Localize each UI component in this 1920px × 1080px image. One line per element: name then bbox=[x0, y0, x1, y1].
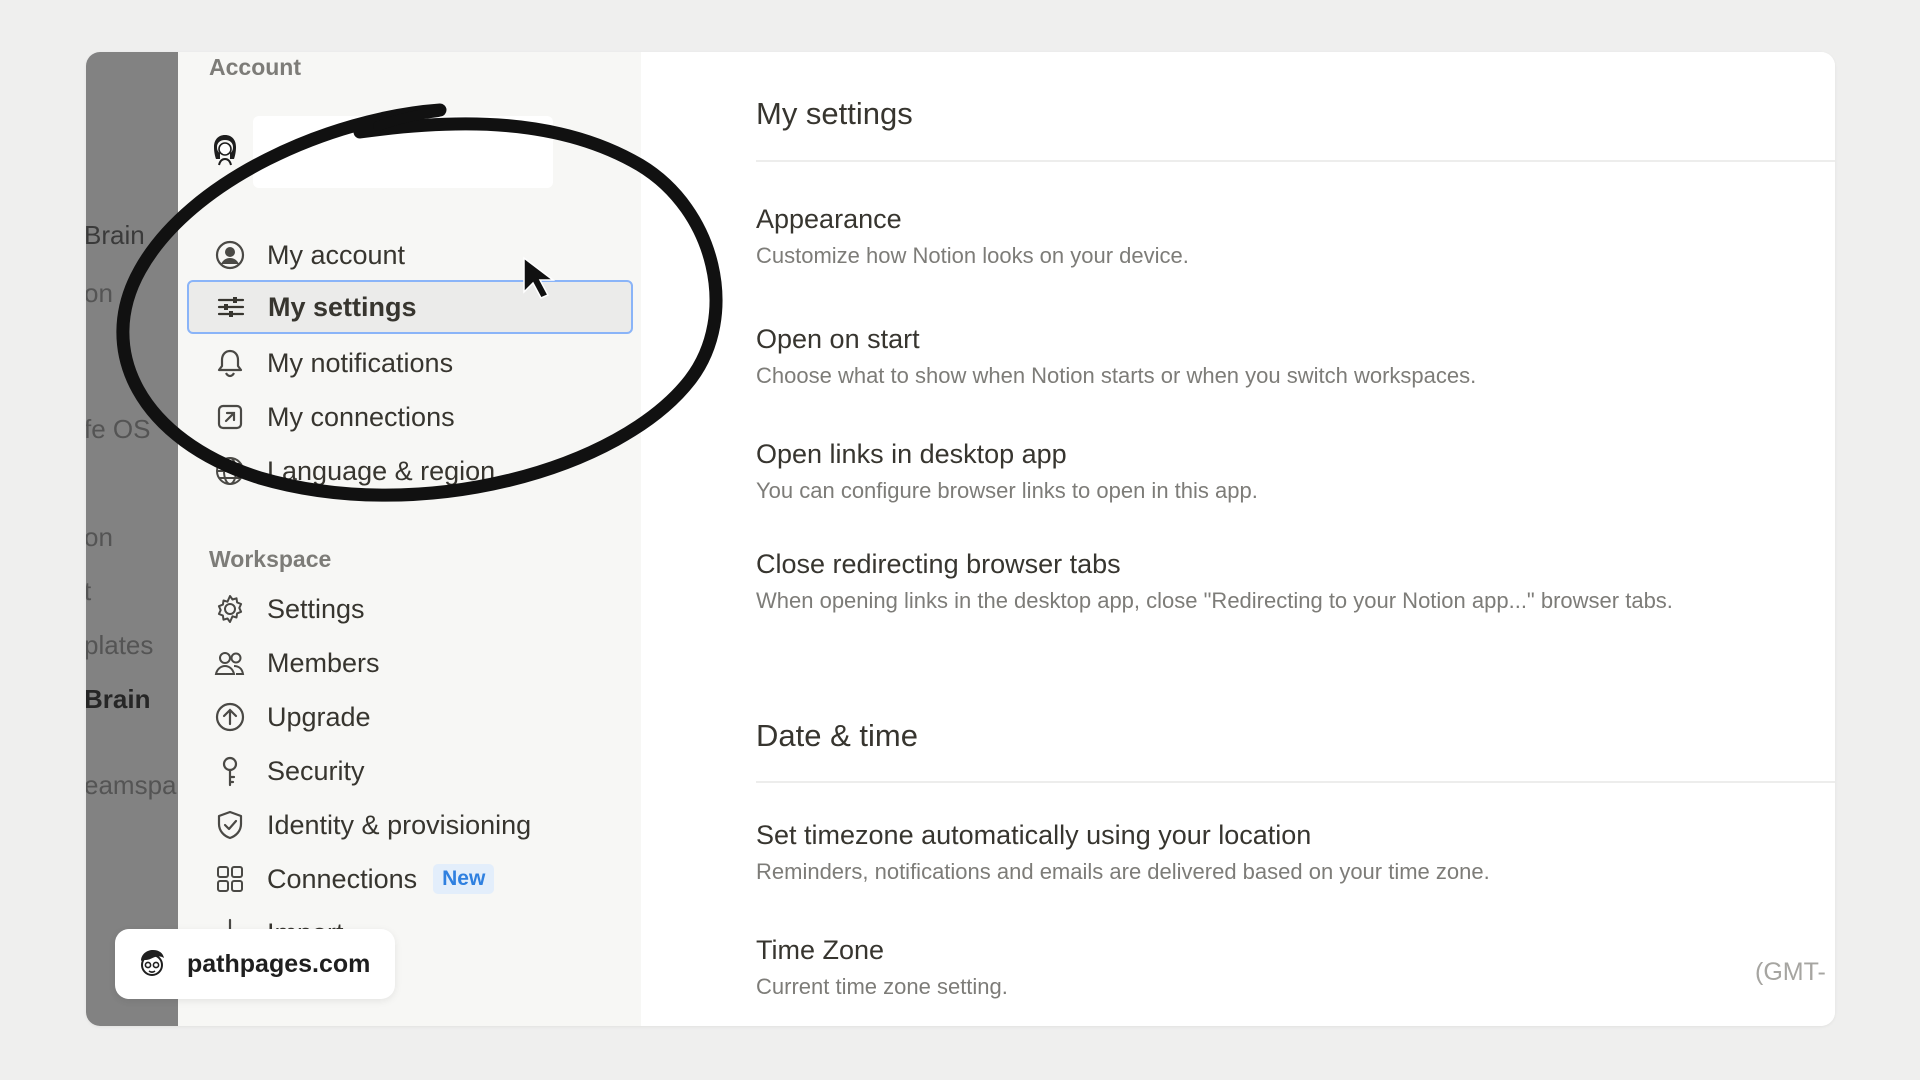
time-zone-select[interactable]: (GMT- bbox=[1755, 958, 1835, 987]
setting-open-on-start[interactable]: Open on start Choose what to show when N… bbox=[756, 322, 1835, 390]
grid-icon bbox=[213, 862, 247, 896]
new-badge: New bbox=[433, 864, 495, 894]
setting-title: Open links in desktop app bbox=[756, 439, 1067, 469]
nav-item-label: Security bbox=[267, 755, 365, 786]
setting-description: Customize how Notion looks on your devic… bbox=[756, 243, 1189, 268]
sliders-icon bbox=[214, 290, 248, 324]
user-row[interactable] bbox=[209, 108, 559, 188]
nav-item-identity-provisioning[interactable]: Identity & provisioning bbox=[186, 798, 640, 852]
redacted-user-name bbox=[253, 116, 553, 188]
people-icon bbox=[213, 646, 247, 680]
background-sidebar-fragment: on bbox=[86, 278, 113, 308]
arrow-up-circle-icon bbox=[213, 700, 247, 734]
setting-description: You can configure browser links to open … bbox=[756, 478, 1258, 503]
settings-content: My settings Appearance Customize how Not… bbox=[641, 52, 1835, 1026]
setting-description: Reminders, notifications and emails are … bbox=[756, 859, 1490, 884]
nav-item-label: My account bbox=[267, 239, 406, 270]
nav-item-my-account[interactable]: My account bbox=[186, 228, 640, 282]
external-link-icon bbox=[213, 400, 247, 434]
setting-open-links-desktop[interactable]: Open links in desktop app You can config… bbox=[756, 437, 1835, 505]
setting-description: Choose what to show when Notion starts o… bbox=[756, 363, 1477, 388]
setting-title: Close redirecting browser tabs bbox=[756, 549, 1121, 579]
nav-item-label: Identity & provisioning bbox=[267, 809, 532, 840]
nav-item-security[interactable]: Security bbox=[186, 744, 640, 798]
divider bbox=[756, 781, 1835, 783]
gear-icon bbox=[213, 592, 247, 626]
nav-item-settings[interactable]: Settings bbox=[186, 582, 640, 636]
setting-title: Open on start bbox=[756, 324, 920, 354]
background-sidebar-fragment: on bbox=[86, 522, 113, 552]
background-sidebar: Brain on fe OS on t plates Brain eamspa bbox=[86, 52, 178, 1026]
watermark-text: pathpages.com bbox=[187, 949, 371, 978]
setting-appearance[interactable]: Appearance Customize how Notion looks on… bbox=[756, 202, 1835, 270]
date-time-heading: Date & time bbox=[756, 718, 918, 753]
nav-item-language-region[interactable]: Language & region bbox=[186, 444, 640, 498]
setting-description: When opening links in the desktop app, c… bbox=[756, 588, 1673, 613]
nav-item-members[interactable]: Members bbox=[186, 636, 640, 690]
background-sidebar-fragment: eamspa bbox=[86, 770, 177, 800]
settings-window: Brain on fe OS on t plates Brain eamspa … bbox=[86, 52, 1835, 1026]
setting-description: Current time zone setting. bbox=[756, 974, 1008, 999]
pathpages-logo-icon bbox=[141, 950, 164, 976]
background-sidebar-fragment: Brain bbox=[86, 220, 145, 250]
background-sidebar-fragment: Brain bbox=[86, 684, 151, 714]
nav-item-label: Members bbox=[267, 647, 380, 678]
setting-auto-timezone[interactable]: Set timezone automatically using your lo… bbox=[756, 818, 1835, 886]
background-sidebar-fragment: fe OS bbox=[86, 414, 151, 444]
workspace-section-title: Workspace bbox=[209, 546, 332, 572]
nav-item-label: My notifications bbox=[267, 347, 454, 378]
setting-title: Appearance bbox=[756, 204, 902, 234]
page-title: My settings bbox=[756, 96, 913, 131]
bell-icon bbox=[213, 346, 247, 380]
nav-item-my-notifications[interactable]: My notifications bbox=[186, 336, 640, 390]
nav-item-label: Connections bbox=[267, 863, 418, 894]
divider bbox=[756, 160, 1835, 162]
nav-item-my-connections[interactable]: My connections bbox=[186, 390, 640, 444]
background-sidebar-fragment: t bbox=[86, 576, 92, 606]
watermark: pathpages.com bbox=[115, 929, 395, 999]
user-circle-icon bbox=[213, 238, 247, 272]
nav-item-connections[interactable]: Connections New bbox=[186, 852, 640, 906]
account-section-title: Account bbox=[209, 54, 301, 80]
setting-title: Set timezone automatically using your lo… bbox=[756, 820, 1312, 850]
globe-icon bbox=[213, 454, 247, 488]
setting-title: Time Zone bbox=[756, 935, 885, 965]
nav-item-label: Upgrade bbox=[267, 701, 371, 732]
nav-item-label: Settings bbox=[267, 593, 365, 624]
avatar bbox=[214, 135, 236, 166]
nav-item-label: My connections bbox=[267, 401, 455, 432]
setting-time-zone[interactable]: Time Zone Current time zone setting. bbox=[756, 933, 1835, 1001]
background-sidebar-fragment: plates bbox=[86, 630, 154, 660]
key-icon bbox=[213, 754, 247, 788]
nav-item-label: Language & region bbox=[267, 455, 496, 486]
nav-item-my-settings[interactable]: My settings bbox=[187, 280, 633, 334]
settings-nav: Account My account My settings My notifi… bbox=[178, 52, 641, 1026]
nav-item-label: My settings bbox=[268, 291, 417, 322]
setting-close-redirecting-tabs[interactable]: Close redirecting browser tabs When open… bbox=[756, 547, 1835, 615]
nav-item-upgrade[interactable]: Upgrade bbox=[186, 690, 640, 744]
shield-check-icon bbox=[213, 808, 247, 842]
